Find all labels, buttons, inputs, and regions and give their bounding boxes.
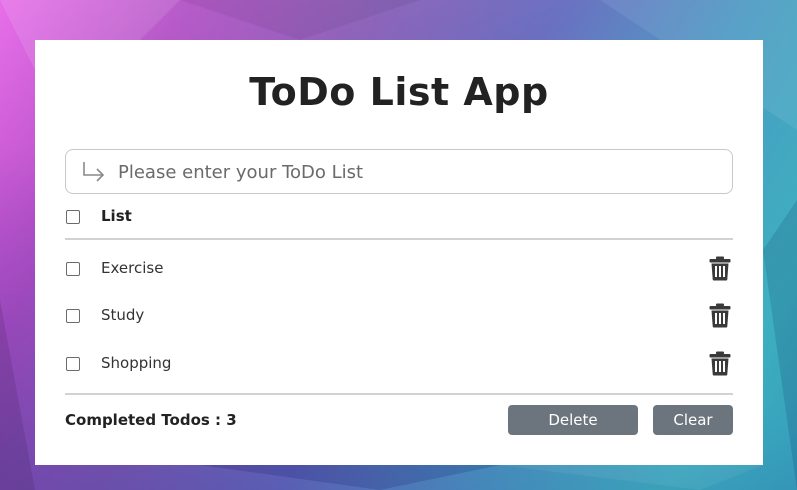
footer-divider bbox=[65, 393, 733, 395]
delete-selected-button[interactable]: Delete selected bbox=[508, 405, 638, 459]
todo-input[interactable] bbox=[118, 156, 718, 188]
app-title: ToDo List App bbox=[249, 70, 549, 114]
todo-item: Study bbox=[65, 296, 733, 336]
trash-icon[interactable] bbox=[709, 256, 731, 281]
todo-item-label: Study bbox=[101, 306, 145, 324]
trash-icon[interactable] bbox=[709, 351, 731, 376]
completed-count: Completed Todos : 3 bbox=[65, 411, 237, 429]
todo-item: Shopping bbox=[65, 344, 733, 384]
trash-icon[interactable] bbox=[709, 303, 731, 328]
select-all-checkbox[interactable] bbox=[66, 210, 80, 224]
list-header: List bbox=[65, 206, 733, 240]
todo-input-wrapper[interactable] bbox=[65, 149, 733, 194]
todo-item-checkbox[interactable] bbox=[66, 309, 80, 323]
clear-all-button[interactable]: Clear all bbox=[653, 405, 733, 459]
list-header-label: List bbox=[101, 207, 132, 225]
todo-item: Exercise bbox=[65, 249, 733, 289]
todo-item-checkbox[interactable] bbox=[66, 262, 80, 276]
todo-card: ToDo List App List Exercise Study bbox=[35, 40, 763, 465]
todo-item-checkbox[interactable] bbox=[66, 357, 80, 371]
todo-item-label: Shopping bbox=[101, 354, 172, 372]
todo-item-label: Exercise bbox=[101, 259, 164, 277]
enter-arrow-icon bbox=[83, 162, 105, 182]
